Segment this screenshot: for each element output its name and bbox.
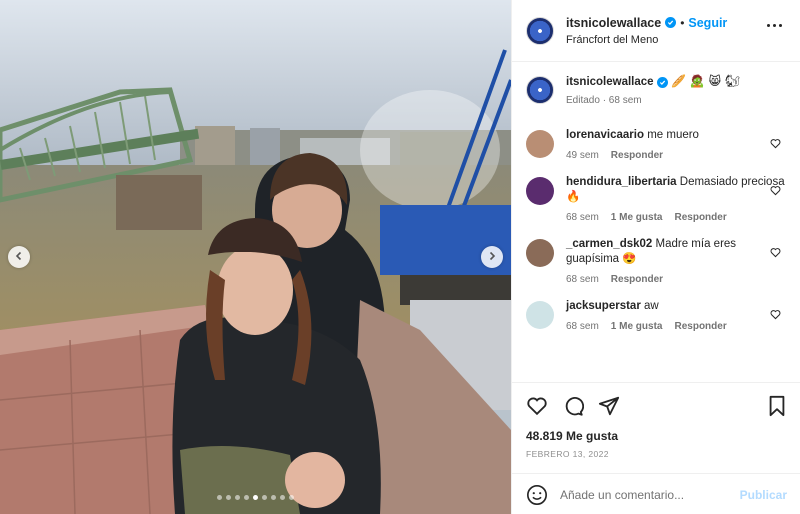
commenter-username[interactable]: jacksuperstar <box>566 300 641 312</box>
more-options-icon[interactable] <box>767 24 782 27</box>
post-photo[interactable] <box>0 0 511 514</box>
follow-button[interactable]: Seguir <box>688 16 727 30</box>
like-comment-heart-icon[interactable] <box>770 247 781 261</box>
verified-icon <box>656 77 668 88</box>
commenter-username[interactable]: _carmen_dsk02 <box>566 238 652 250</box>
post-header: itsnicolewallace • Seguir Fráncfort del … <box>512 0 800 62</box>
author-avatar[interactable] <box>526 76 554 104</box>
like-comment-heart-icon[interactable] <box>770 185 781 199</box>
caption-meta: Editado · 68 sem <box>566 95 642 106</box>
comment-age: 49 sem <box>566 150 599 161</box>
carousel-dot <box>253 495 258 500</box>
comments-list[interactable]: itsnicolewallace 🥖 🧟 😸 🐿 Editado · 68 se… <box>512 62 800 382</box>
carousel-dot <box>226 495 231 500</box>
like-comment-heart-icon[interactable] <box>770 138 781 152</box>
author-avatar[interactable] <box>526 16 554 45</box>
reply-button[interactable]: Responder <box>611 150 663 161</box>
commenter-avatar[interactable] <box>526 177 554 205</box>
post-details-panel: itsnicolewallace • Seguir Fráncfort del … <box>511 0 800 514</box>
reply-button[interactable]: Responder <box>674 212 726 223</box>
comment-item: _carmen_dsk02 Madre mía eres guapísima 😍… <box>526 237 787 285</box>
author-username[interactable]: itsnicolewallace <box>566 16 661 30</box>
chevron-right-icon <box>487 250 497 264</box>
comment-input[interactable] <box>560 487 730 502</box>
carousel-dot <box>235 495 240 500</box>
comment-likes-count[interactable]: 1 Me gusta <box>611 321 663 332</box>
share-icon[interactable] <box>598 395 620 417</box>
comment-item: lorenavicaario me muero 49 sem Responder <box>526 128 787 161</box>
emoji-icon[interactable] <box>526 484 548 506</box>
post-location[interactable]: Fráncfort del Meno <box>566 34 727 46</box>
comment-text: aw <box>644 300 659 312</box>
comment-likes-count[interactable]: 1 Me gusta <box>611 212 663 223</box>
publish-button[interactable]: Publicar <box>740 488 787 502</box>
comment-composer: Publicar <box>512 473 800 514</box>
comment-text: me muero <box>647 129 699 141</box>
post-actions: 48.819 Me gusta FEBRERO 13, 2022 Publica… <box>512 382 800 514</box>
comment-icon[interactable] <box>562 395 584 417</box>
heart-icon[interactable] <box>526 395 548 417</box>
commenter-username[interactable]: lorenavicaario <box>566 129 644 141</box>
caption-text: 🥖 🧟 😸 🐿 <box>670 74 741 88</box>
verified-icon <box>665 17 677 28</box>
caption-username[interactable]: itsnicolewallace <box>566 76 654 88</box>
comment-age: 68 sem <box>566 274 599 285</box>
post-caption: itsnicolewallace 🥖 🧟 😸 🐿 Editado · 68 se… <box>526 74 787 106</box>
comment-age: 68 sem <box>566 212 599 223</box>
commenter-avatar[interactable] <box>526 239 554 267</box>
previous-photo-button[interactable] <box>8 246 30 268</box>
comment-item: hendidura_libertaria Demasiado preciosa … <box>526 175 787 223</box>
reply-button[interactable]: Responder <box>611 274 663 285</box>
carousel-dot <box>271 495 276 500</box>
likes-count[interactable]: 48.819 Me gusta <box>512 429 800 443</box>
comment-item: jacksuperstar aw 68 sem 1 Me gusta Respo… <box>526 299 787 332</box>
separator-dot: • <box>680 15 685 30</box>
bookmark-icon[interactable] <box>767 395 787 417</box>
next-photo-button[interactable] <box>481 246 503 268</box>
commenter-avatar[interactable] <box>526 130 554 158</box>
commenter-avatar[interactable] <box>526 301 554 329</box>
comment-age: 68 sem <box>566 321 599 332</box>
like-comment-heart-icon[interactable] <box>770 309 781 323</box>
post-date: FEBRERO 13, 2022 <box>526 449 609 459</box>
photo-scene <box>0 0 511 514</box>
reply-button[interactable]: Responder <box>674 321 726 332</box>
chevron-left-icon <box>14 250 24 264</box>
commenter-username[interactable]: hendidura_libertaria <box>566 176 677 188</box>
carousel-dot <box>217 495 222 500</box>
carousel-indicator <box>0 495 511 500</box>
carousel-dot <box>262 495 267 500</box>
carousel-dot <box>289 495 294 500</box>
carousel-dot <box>280 495 285 500</box>
carousel-dot <box>244 495 249 500</box>
